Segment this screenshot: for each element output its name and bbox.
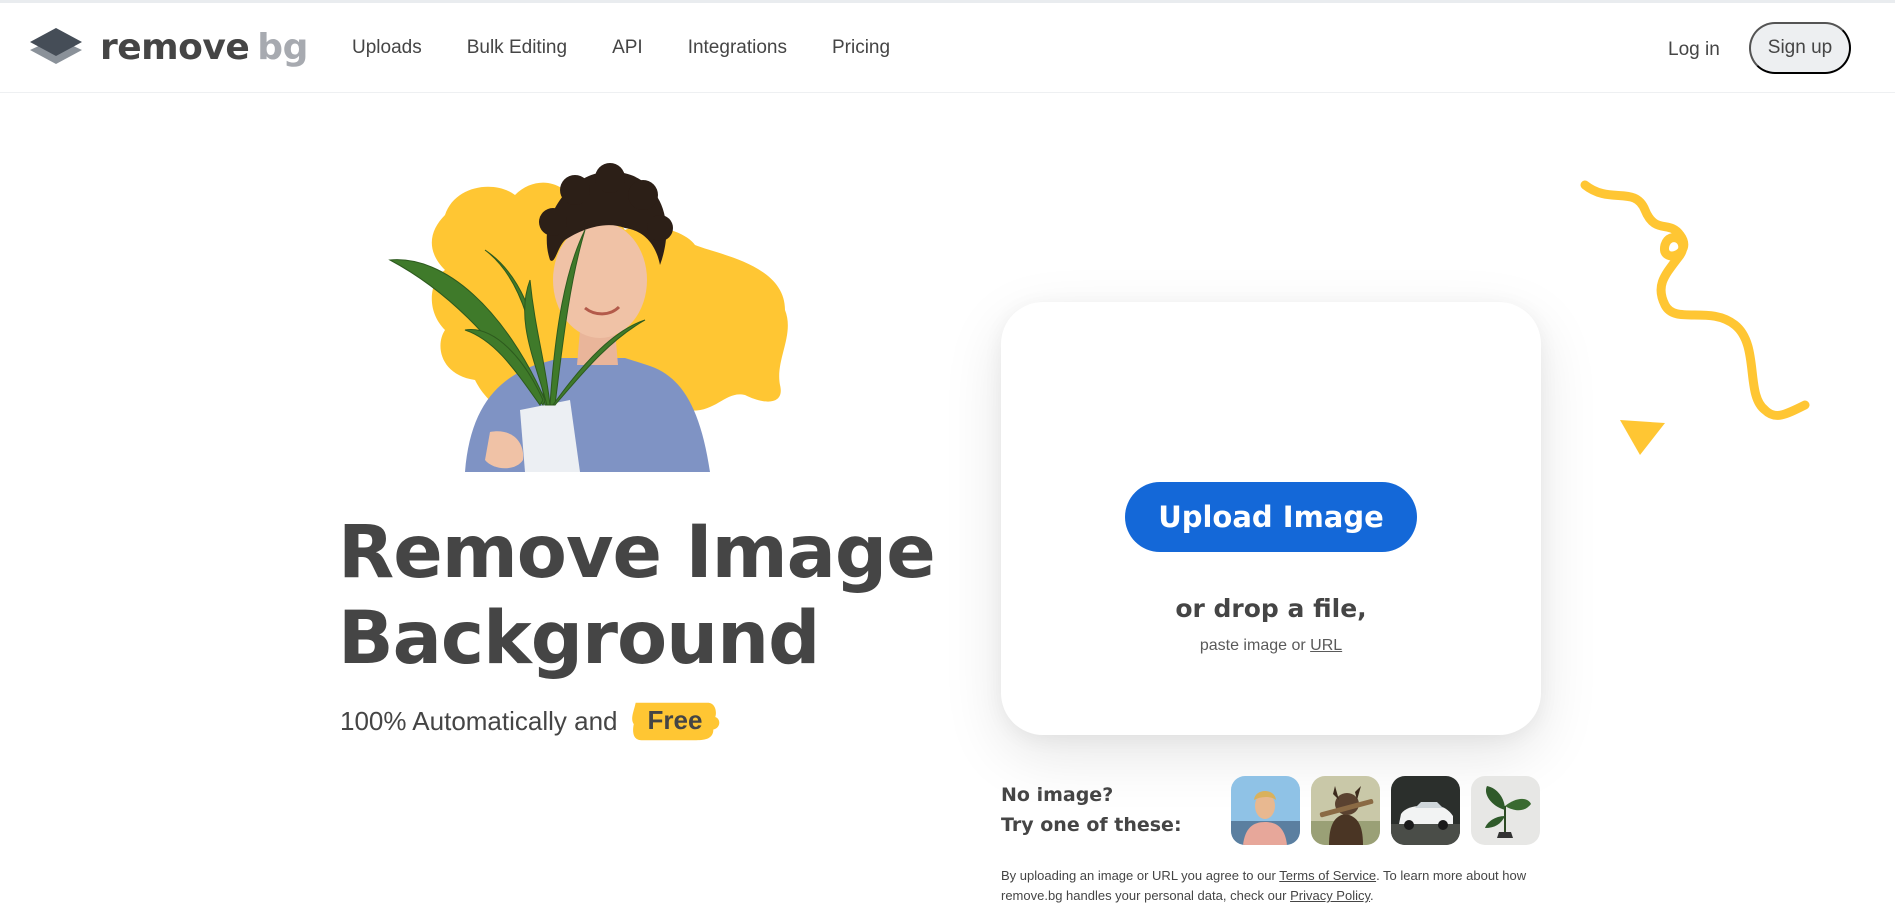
- login-link[interactable]: Log in: [1668, 39, 1720, 61]
- free-badge: Free: [630, 701, 721, 742]
- hero-subtitle-text: 100% Automatically and: [340, 706, 618, 736]
- sample-image-person[interactable]: [1231, 776, 1300, 845]
- upload-card[interactable]: Upload Image or drop a file, paste image…: [1001, 302, 1541, 735]
- hero-subtitle: 100% Automatically and Free: [340, 701, 720, 742]
- sample-heading-line-1: No image?: [1001, 784, 1114, 806]
- legal-notice: By uploading an image or URL you agree t…: [1001, 866, 1561, 906]
- hero-title: Remove Image Background: [338, 510, 978, 682]
- sample-image-plant[interactable]: [1471, 776, 1540, 845]
- paste-hint-text: paste image or: [1199, 637, 1306, 654]
- hero-title-line-1: Remove Image: [338, 510, 936, 595]
- drop-file-text: or drop a file,: [1175, 594, 1367, 623]
- site-header: remove bg Uploads Bulk Editing API Integr…: [0, 3, 1895, 93]
- legal-text-3: .: [1370, 888, 1374, 903]
- sample-images: [1231, 776, 1551, 845]
- sample-image-car[interactable]: [1391, 776, 1460, 845]
- terms-of-service-link[interactable]: Terms of Service: [1279, 868, 1376, 883]
- nav-integrations[interactable]: Integrations: [688, 37, 787, 59]
- squiggle-decoration: [1580, 180, 1810, 455]
- nav-api[interactable]: API: [612, 37, 643, 59]
- nav-bulk-editing[interactable]: Bulk Editing: [467, 37, 567, 59]
- plant-thumbnail-icon: [1471, 776, 1540, 845]
- logo-wordmark: remove bg: [100, 30, 308, 66]
- triangle-decoration: [1620, 420, 1665, 455]
- legal-text-1: By uploading an image or URL you agree t…: [1001, 868, 1276, 883]
- privacy-policy-link[interactable]: Privacy Policy: [1290, 888, 1370, 903]
- signup-button[interactable]: Sign up: [1749, 22, 1851, 74]
- sample-heading: No image? Try one of these:: [1001, 780, 1182, 840]
- logo[interactable]: remove bg: [28, 25, 308, 71]
- dog-thumbnail-icon: [1311, 776, 1380, 845]
- url-link[interactable]: URL: [1310, 637, 1342, 654]
- car-thumbnail-icon: [1391, 776, 1460, 845]
- hero-illustration: [388, 163, 788, 472]
- logo-text-accent: bg: [257, 27, 308, 68]
- nav-uploads[interactable]: Uploads: [352, 37, 422, 59]
- free-badge-label: Free: [647, 705, 703, 735]
- sample-heading-line-2: Try one of these:: [1001, 814, 1182, 836]
- main-nav: Uploads Bulk Editing API Integrations Pr…: [352, 3, 935, 93]
- paste-hint: paste image or URL: [1001, 637, 1541, 655]
- logo-text-main: remove: [100, 27, 250, 68]
- hero-title-line-2: Background: [338, 596, 820, 681]
- nav-pricing[interactable]: Pricing: [832, 37, 890, 59]
- sample-image-dog[interactable]: [1311, 776, 1380, 845]
- layers-logo-icon: [30, 28, 82, 64]
- upload-image-button[interactable]: Upload Image: [1125, 482, 1417, 552]
- person-thumbnail-icon: [1231, 776, 1300, 845]
